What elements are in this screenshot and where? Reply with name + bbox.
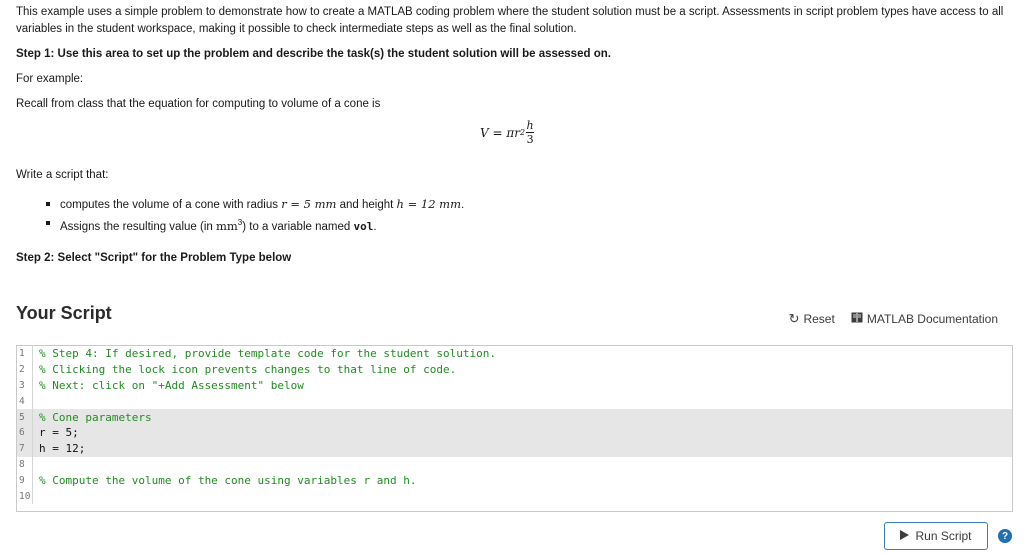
line-number: 10 [17,488,33,504]
play-icon [900,529,910,543]
height-value: h = 12 mm [396,197,461,211]
formula-exponent: 2 [519,128,526,137]
fraction-denominator: 3 [526,133,534,146]
code-text: % Clicking the lock icon prevents change… [39,363,457,377]
line-number: 8 [17,456,33,473]
reset-label: Reset [803,312,835,326]
code-line-locked[interactable]: 6 r = 5; [17,424,1012,441]
formula-fraction: h 3 [526,119,535,146]
step2-heading: Step 2: Select "Script" for the Problem … [16,252,292,264]
task-list: computes the volume of a cone with radiu… [44,195,464,236]
code-line[interactable]: 9 % Compute the volume of the cone using … [17,472,1012,489]
code-line[interactable]: 1 % Step 4: If desired, provide template … [17,346,1012,362]
reset-button[interactable]: ↻ Reset [789,311,835,327]
book-icon [851,312,863,326]
code-editor[interactable]: 1 % Step 4: If desired, provide template … [16,345,1013,512]
code-line[interactable]: 10 [17,488,1012,504]
docs-label: MATLAB Documentation [866,312,998,326]
code-text: % Next: click on "+Add Assessment" below [39,378,304,392]
code-line[interactable]: 4 [17,393,1012,410]
line-number: 7 [17,440,33,457]
run-script-button[interactable]: Run Script [884,522,988,550]
problem-description: This example uses a simple problem to de… [16,4,1011,121]
code-text: h = 12; [39,442,86,456]
line-number: 1 [17,346,33,362]
code-text: % Compute the volume of the cone using v… [39,473,417,487]
task-item-1: computes the volume of a cone with radiu… [44,195,464,214]
write-script-text: Write a script that: [16,169,109,181]
code-line[interactable]: 3 % Next: click on "+Add Assessment" belo… [17,377,1012,394]
fraction-numerator: h [526,119,534,132]
line-number: 2 [17,361,33,378]
line-number: 5 [17,409,33,425]
reset-icon: ↻ [788,311,800,326]
line-number: 3 [17,377,33,394]
code-line-locked[interactable]: 5 % Cone parameters [17,409,1012,425]
run-script-label: Run Script [915,529,972,543]
variable-name: vol [353,219,374,233]
code-line-locked[interactable]: 7 h = 12; [17,440,1012,457]
for-example-text: For example: [16,73,84,85]
line-number: 9 [17,472,33,489]
matlab-documentation-link[interactable]: MATLAB Documentation [851,311,998,327]
intro-text: This example uses a simple problem to de… [16,6,1004,35]
step1-heading: Step 1: Use this area to set up the prob… [16,48,611,60]
unit-mm: mm [215,218,238,233]
code-line[interactable]: 8 [17,456,1012,473]
code-text: % Cone parameters [39,410,152,424]
recall-text: Recall from class that the equation for … [16,98,381,110]
line-number: 6 [17,424,33,441]
code-text: r = 5; [39,426,79,440]
editor-toolbar: ↻ Reset MATLAB Documentation [789,311,998,327]
line-number: 4 [17,393,33,410]
help-icon[interactable]: ? [998,529,1012,543]
cone-volume-formula: V = πr 2 h 3 [480,119,535,146]
script-section-title: Your Script [16,303,112,323]
formula-lhs: V = πr [480,125,520,140]
radius-value: r = 5 mm [281,197,337,211]
code-line[interactable]: 2 % Clicking the lock icon prevents chang… [17,361,1012,378]
task-item-2: Assigns the resulting value (in mm3) to … [44,214,464,236]
code-text: % Step 4: If desired, provide template c… [39,347,496,361]
